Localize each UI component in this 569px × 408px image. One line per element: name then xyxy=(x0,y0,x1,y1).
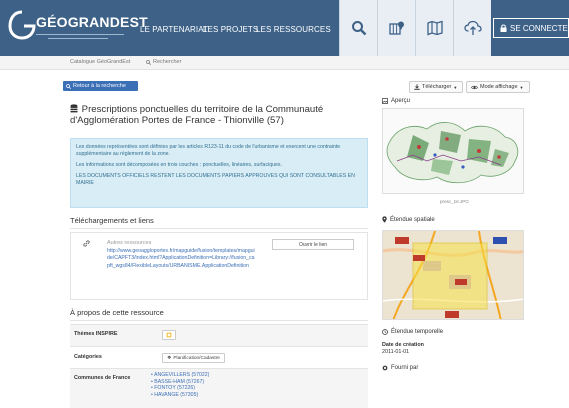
map-marker-grid-icon xyxy=(388,21,404,35)
communes-list: • ANGEVILLERS (57022) • BASSE-HAM (57267… xyxy=(151,372,209,398)
temporal-extent-label: Étendue temporelle xyxy=(382,329,443,335)
clock-icon xyxy=(382,329,388,335)
cog-icon xyxy=(382,365,388,371)
creation-date-value: 2011-01-01 xyxy=(382,349,410,355)
logo-text: GÉOGRANDEST xyxy=(36,14,148,30)
lock-icon xyxy=(500,24,507,32)
nav-partenariat[interactable]: LE PARTENARIAT xyxy=(140,25,208,34)
preview-caption: presc_txt.JPG xyxy=(440,199,469,204)
upload-button[interactable] xyxy=(453,0,491,56)
link-icon xyxy=(83,240,90,247)
table-row: Communes de France xyxy=(70,368,368,408)
download-label: Télécharger xyxy=(422,84,452,90)
map-icon xyxy=(426,20,443,36)
image-icon xyxy=(382,98,388,104)
list-item[interactable]: • ANGEVILLERS (57022) xyxy=(151,372,209,379)
map-marker-grid-button[interactable] xyxy=(377,0,415,56)
back-to-search-button[interactable]: Retour à la recherche xyxy=(63,81,138,91)
search-icon xyxy=(146,59,151,65)
eye-icon xyxy=(471,85,478,89)
temporal-extent-label-text: Étendue temporelle xyxy=(391,329,444,335)
record-abstract: Les données représentées sont définies p… xyxy=(70,138,368,208)
categories-label: Catégories xyxy=(74,354,102,360)
inspire-theme-tag[interactable] xyxy=(162,330,176,340)
search-button[interactable] xyxy=(339,0,377,56)
download-icon xyxy=(414,84,420,90)
category-tag-label: Planification/Cadastre xyxy=(173,355,220,361)
category-tag[interactable]: ❖ Planification/Cadastre xyxy=(162,353,225,363)
logo-mark-icon xyxy=(8,10,36,40)
preview-label-text: Aperçu xyxy=(391,98,411,104)
display-mode-dropdown[interactable]: Mode affichage ▼ xyxy=(466,81,530,93)
database-icon xyxy=(70,104,78,113)
table-row: Thèmes INSPIRE xyxy=(70,324,368,346)
table-row: Catégories ❖ Planification/Cadastre xyxy=(70,346,368,368)
open-link-button[interactable]: Ouvrir le lien xyxy=(272,239,354,250)
record-title-text: Prescriptions ponctuelles du territoire … xyxy=(70,104,324,126)
search-icon xyxy=(351,21,366,36)
nav-ressources[interactable]: LES RESSOURCES xyxy=(256,25,331,34)
extent-map-image xyxy=(383,231,523,319)
spatial-extent-label-text: Étendue spatiale xyxy=(390,216,435,223)
caret-down-icon: ▼ xyxy=(453,84,458,90)
spatial-extent-map[interactable] xyxy=(382,230,524,320)
list-item[interactable]: • BASSE-HAM (57267) xyxy=(151,379,209,386)
site-logo[interactable]: GÉOGRANDEST xyxy=(8,6,148,50)
commune-name: ANGEVILLERS (57022) xyxy=(153,372,210,378)
record-title: Prescriptions ponctuelles du territoire … xyxy=(70,104,370,126)
nav-projets[interactable]: LES PROJETS xyxy=(203,25,258,34)
divider xyxy=(70,320,368,321)
breadcrumb-catalog[interactable]: Catalogue GéoGrandEst xyxy=(70,59,130,65)
list-item[interactable]: • FONTOY (57226) xyxy=(151,385,209,392)
divider xyxy=(70,228,368,229)
map-button[interactable] xyxy=(415,0,453,56)
inspire-theme-icon xyxy=(166,332,172,338)
site-header: GÉOGRANDEST LE PARTENARIAT LES PROJETS L… xyxy=(0,0,569,56)
preview-thumbnail[interactable] xyxy=(382,108,524,194)
caret-down-icon: ▼ xyxy=(519,84,524,90)
provided-by-label-text: Fourni par xyxy=(391,365,419,371)
preview-map-image xyxy=(383,109,523,193)
breadcrumb-search-label: Rechercher xyxy=(153,59,182,65)
back-to-search-label: Retour à la recherche xyxy=(73,83,126,89)
creation-date-title: Date de création xyxy=(382,342,424,348)
commune-name: FONTOY (57226) xyxy=(154,385,196,392)
search-icon xyxy=(66,83,71,89)
abstract-paragraph-1: Les données représentées sont définies p… xyxy=(76,144,341,157)
display-mode-label: Mode affichage xyxy=(480,84,518,90)
tag-icon: ❖ xyxy=(167,355,172,361)
provided-by-label: Fourni par xyxy=(382,365,418,371)
about-table: Thèmes INSPIRE Catégories ❖ Planificatio… xyxy=(70,324,368,408)
map-marker-icon xyxy=(382,216,387,223)
breadcrumb-search[interactable]: Rechercher xyxy=(146,59,181,65)
cloud-upload-icon xyxy=(463,20,482,35)
resource-url[interactable]: http://www.geoaggloportes.fr/mapguide/fu… xyxy=(107,248,257,270)
commune-name: BASSE-HAM (57267) xyxy=(154,378,205,385)
abstract-paragraph-2: Les informations sont décomposées en tro… xyxy=(76,162,282,168)
spatial-extent-label: Étendue spatiale xyxy=(382,216,435,223)
commune-name: HAVANGE (57305) xyxy=(154,391,199,398)
download-dropdown[interactable]: Télécharger ▼ xyxy=(409,81,463,93)
login-button[interactable]: SE CONNECTER xyxy=(493,18,569,38)
about-section-title: À propos de cette ressource xyxy=(70,308,164,317)
inspire-themes-label: Thèmes INSPIRE xyxy=(74,331,118,337)
resource-label: Autres ressources xyxy=(107,240,152,246)
list-item[interactable]: • HAVANGE (57305) xyxy=(151,392,209,399)
preview-label: Aperçu xyxy=(382,98,410,104)
login-label: SE CONNECTER xyxy=(510,23,569,33)
abstract-paragraph-3: LES DOCUMENTS OFFICIELS RESTENT LES DOCU… xyxy=(76,173,355,186)
downloads-section-title: Téléchargements et liens xyxy=(70,216,154,225)
communes-label: Communes de France xyxy=(74,375,131,381)
